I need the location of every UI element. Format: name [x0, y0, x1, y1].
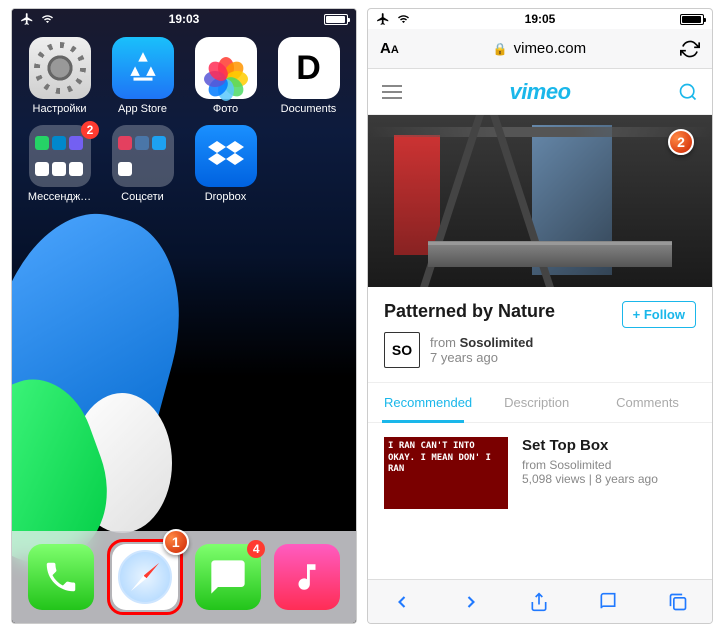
callout-2: 2	[668, 129, 694, 155]
app-appstore[interactable]: App Store	[107, 37, 178, 115]
app-grid-row2: 2Мессендж… Соцсети Dropbox	[24, 125, 344, 203]
uploader-text: from Sosolimited 7 years ago	[430, 335, 533, 365]
app-safari[interactable]: 1	[107, 539, 183, 615]
tabs-icon[interactable]	[668, 592, 688, 612]
app-phone[interactable]	[28, 544, 94, 610]
badge: 4	[247, 540, 265, 558]
safari-vimeo: 19:05 AA 🔒 vimeo.com vimeo 2 Patterned b…	[367, 8, 713, 624]
wifi-icon	[40, 13, 55, 25]
bookmarks-icon[interactable]	[597, 592, 619, 612]
uploader-avatar[interactable]: SO	[384, 332, 420, 368]
app-folder[interactable]: Соцсети	[107, 125, 178, 203]
share-icon[interactable]	[529, 591, 549, 613]
video-title: Patterned by Nature	[384, 301, 555, 322]
status-bar: 19:03	[12, 9, 356, 29]
battery-icon	[324, 14, 348, 25]
app-settings[interactable]: Настройки	[24, 37, 95, 115]
app-music[interactable]	[274, 544, 340, 610]
dock: 14	[12, 531, 356, 623]
safari-toolbar	[368, 579, 712, 623]
wifi-icon	[396, 13, 411, 25]
airplane-icon	[376, 12, 390, 26]
search-icon[interactable]	[678, 82, 698, 102]
app-dropbox[interactable]: Dropbox	[190, 125, 261, 203]
badge: 2	[81, 121, 99, 139]
app-grid-row1: Настройки App Store Фото DDocuments	[24, 37, 344, 115]
app-label: App Store	[118, 103, 167, 115]
callout-1: 1	[163, 529, 189, 555]
app-label: Мессендж…	[28, 191, 91, 203]
follow-button[interactable]: + Follow	[622, 301, 696, 328]
rec-author: from Sosolimited	[522, 458, 658, 472]
airplane-icon	[20, 12, 34, 26]
status-time: 19:03	[169, 12, 200, 26]
app-messages[interactable]: 4	[195, 544, 261, 610]
tabs: RecommendedDescriptionComments	[368, 383, 712, 423]
text-size-icon[interactable]: AA	[380, 40, 399, 57]
forward-icon[interactable]	[461, 592, 481, 612]
video-player[interactable]: 2	[368, 115, 712, 287]
video-info: Patterned by Nature SO from Sosolimited …	[368, 287, 712, 383]
back-icon[interactable]	[392, 592, 412, 612]
tab-description[interactable]: Description	[488, 383, 600, 422]
vimeo-header: vimeo	[368, 69, 712, 115]
vimeo-logo[interactable]: vimeo	[509, 79, 570, 105]
rec-title: Set Top Box	[522, 437, 658, 454]
app-label: Соцсети	[121, 191, 164, 203]
app-label: Dropbox	[205, 191, 247, 203]
battery-icon	[680, 14, 704, 25]
app-label: Настройки	[33, 103, 87, 115]
app-folder[interactable]: 2Мессендж…	[24, 125, 95, 203]
tab-comments[interactable]: Comments	[600, 383, 712, 422]
home-screen: 19:03 Настройки App Store Фото DDocuments 2…	[11, 8, 357, 624]
rec-stats: 5,098 views | 8 years ago	[522, 472, 658, 486]
app-photos[interactable]: Фото	[190, 37, 261, 115]
recommended-item[interactable]: I RAN CAN'T INTO OKAY. I MEAN DON' I RAN…	[368, 423, 712, 523]
address-bar[interactable]: AA 🔒 vimeo.com	[368, 29, 712, 69]
status-time: 19:05	[525, 12, 556, 26]
app-label: Documents	[281, 103, 337, 115]
url-text: vimeo.com	[514, 40, 587, 57]
status-bar: 19:05	[368, 9, 712, 29]
menu-icon[interactable]	[382, 85, 402, 99]
tab-recommended[interactable]: Recommended	[368, 383, 488, 422]
app-docs[interactable]: DDocuments	[273, 37, 344, 115]
app-label: Фото	[213, 103, 238, 115]
lock-icon: 🔒	[493, 42, 508, 56]
reload-icon[interactable]	[680, 39, 700, 59]
rec-thumbnail: I RAN CAN'T INTO OKAY. I MEAN DON' I RAN	[384, 437, 508, 509]
